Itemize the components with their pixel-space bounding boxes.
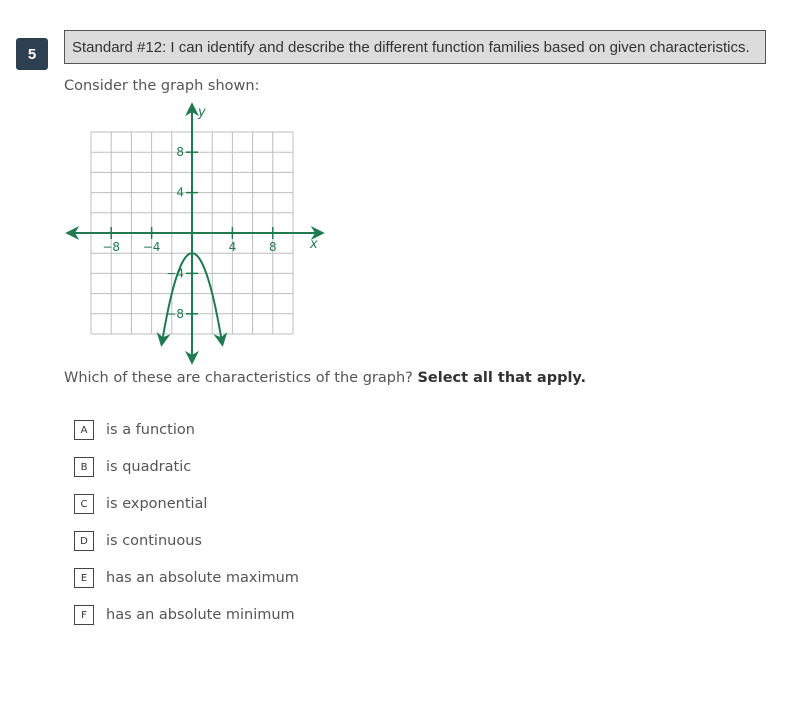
- choice-a[interactable]: A is a function: [74, 419, 195, 441]
- choice-letter-box[interactable]: F: [74, 605, 94, 625]
- choice-label: has an absolute minimum: [106, 607, 295, 623]
- y-tick-label: 4: [176, 186, 184, 200]
- question-prompt: Consider the graph shown:: [64, 78, 260, 94]
- choice-e[interactable]: E has an absolute maximum: [74, 567, 299, 589]
- choice-letter-box[interactable]: B: [74, 457, 94, 477]
- choice-f[interactable]: F has an absolute minimum: [74, 604, 295, 626]
- parabola-graph: xy−8 −4 4 884−4−8: [65, 102, 325, 365]
- choice-label: is continuous: [106, 533, 202, 549]
- choice-letter-box[interactable]: A: [74, 420, 94, 440]
- y-axis-label: y: [197, 105, 206, 120]
- x-tick-label: −4: [143, 240, 161, 254]
- choice-label: has an absolute maximum: [106, 570, 299, 586]
- question-number-badge: 5: [16, 38, 48, 70]
- x-axis-label: x: [309, 237, 318, 252]
- choice-letter-box[interactable]: C: [74, 494, 94, 514]
- question-text-plain: Which of these are characteristics of th…: [64, 370, 418, 386]
- choice-letter-box[interactable]: D: [74, 531, 94, 551]
- choice-label: is exponential: [106, 496, 208, 512]
- x-tick-label: −8: [102, 240, 120, 254]
- standard-banner: Standard #12: I can identify and describ…: [64, 30, 766, 64]
- choice-b[interactable]: B is quadratic: [74, 456, 191, 478]
- y-tick-label: 8: [176, 145, 184, 159]
- x-tick-label: 8: [269, 240, 277, 254]
- choice-label: is quadratic: [106, 459, 192, 475]
- choice-c[interactable]: C is exponential: [74, 493, 207, 515]
- choice-letter-box[interactable]: E: [74, 568, 94, 588]
- question-text: Which of these are characteristics of th…: [64, 370, 586, 386]
- x-tick-label: 4: [229, 240, 237, 254]
- question-instruction: Select all that apply.: [417, 370, 587, 386]
- choice-d[interactable]: D is continuous: [74, 530, 202, 552]
- choice-label: is a function: [106, 422, 195, 438]
